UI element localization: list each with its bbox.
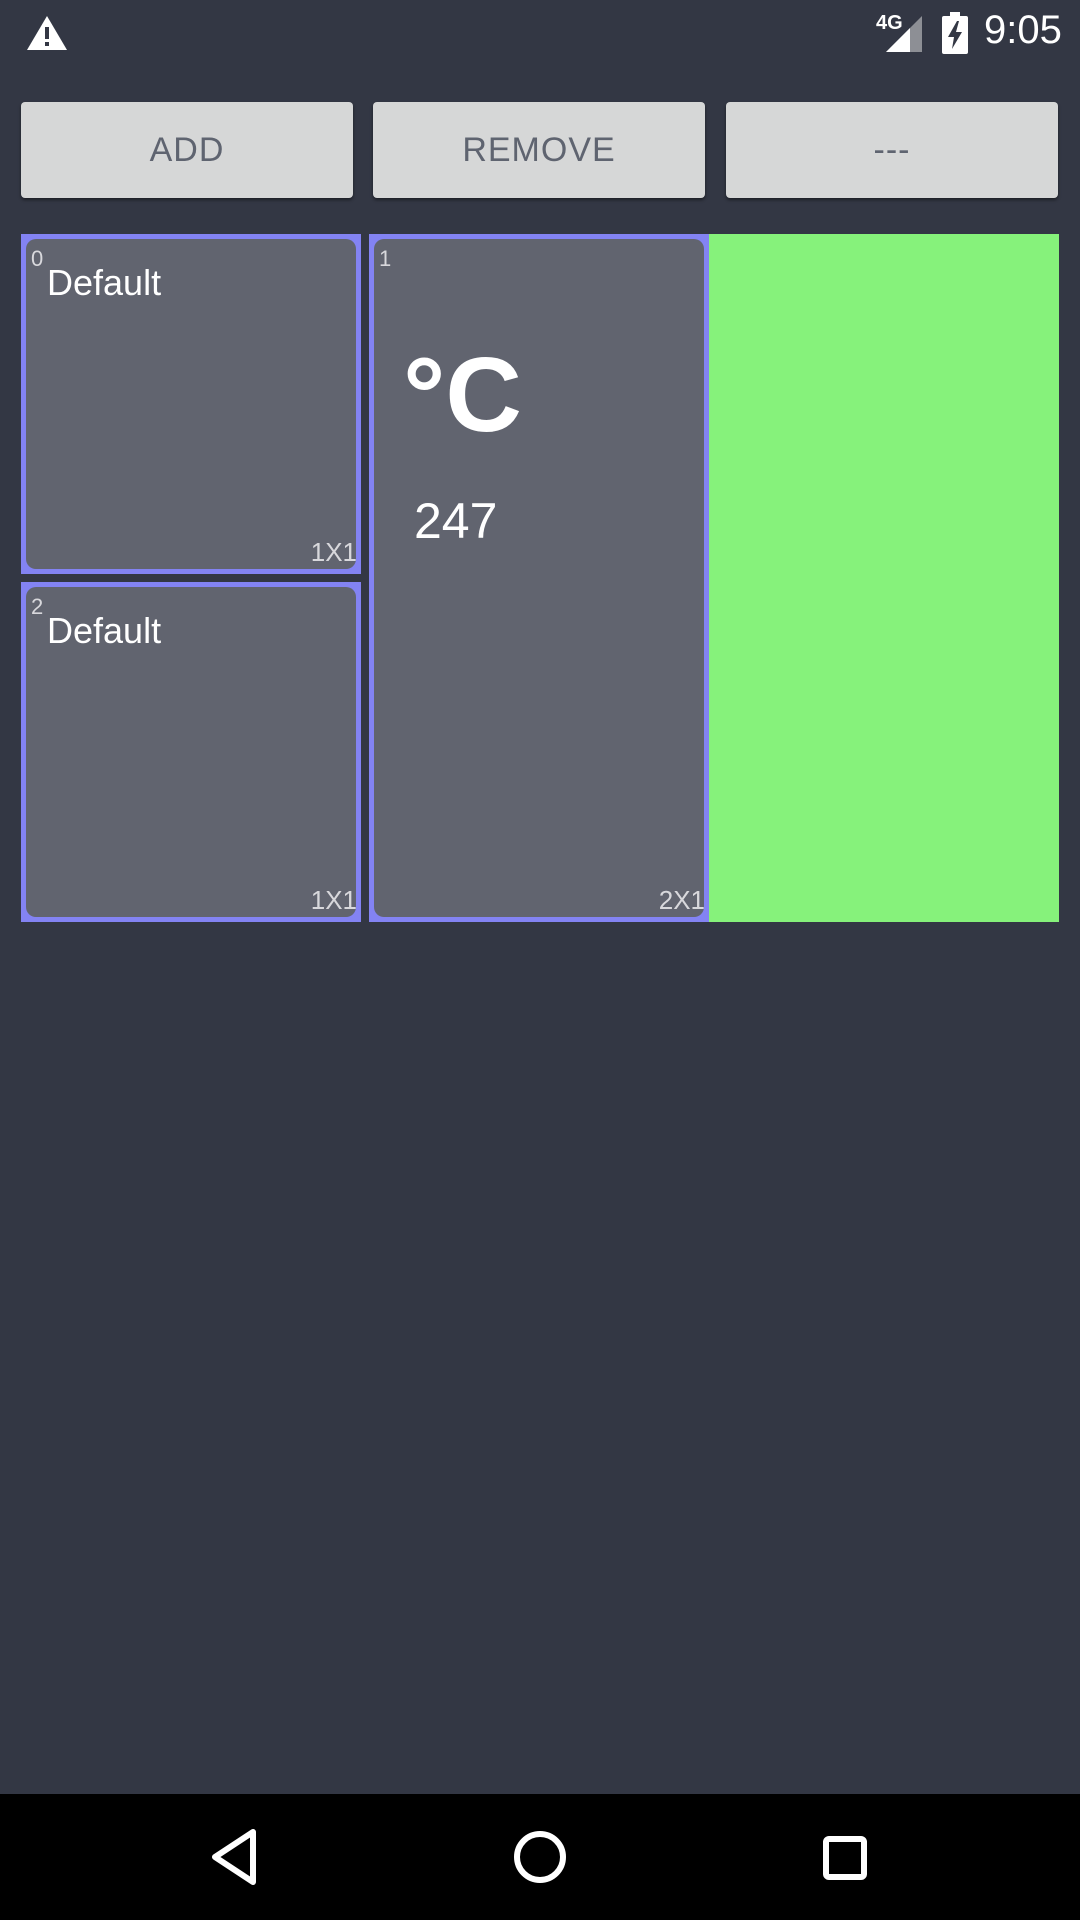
tile-size-label: 2X1 (658, 885, 705, 915)
home-icon[interactable] (507, 1824, 573, 1890)
tile-2[interactable]: 2 Default 1X1 (21, 582, 361, 922)
status-bar: 4G 9:05 (0, 0, 1080, 66)
celsius-icon: °C (403, 336, 522, 454)
tile-index: 0 (31, 246, 44, 271)
tile-title: Default (47, 610, 162, 651)
tile-size-label: 1X1 (310, 885, 357, 915)
remove-button[interactable]: REMOVE (373, 102, 705, 198)
tile-1-temperature[interactable]: 1 °C 247 2X1 (369, 234, 709, 922)
tile-size-label: 1X1 (310, 537, 357, 567)
clock: 9:05 (984, 8, 1062, 52)
tile-index: 2 (31, 594, 44, 619)
tile-title: Default (47, 262, 162, 303)
navigation-bar (0, 1794, 1080, 1920)
tile-0[interactable]: 0 Default 1X1 (21, 234, 361, 574)
recents-icon[interactable] (811, 1824, 877, 1890)
tile-index: 1 (379, 246, 392, 271)
more-button[interactable]: --- (726, 102, 1058, 198)
tile-grid: 0 Default 1X1 2 Default 1X1 1 °C 247 2X1 (21, 234, 1059, 922)
battery-charging-icon (942, 12, 968, 54)
signal-icon (886, 16, 922, 52)
empty-slot-tile[interactable] (709, 234, 1059, 922)
temperature-value: 247 (414, 493, 498, 549)
back-icon[interactable] (203, 1824, 269, 1890)
warning-icon (27, 16, 67, 50)
add-button[interactable]: ADD (21, 102, 353, 198)
